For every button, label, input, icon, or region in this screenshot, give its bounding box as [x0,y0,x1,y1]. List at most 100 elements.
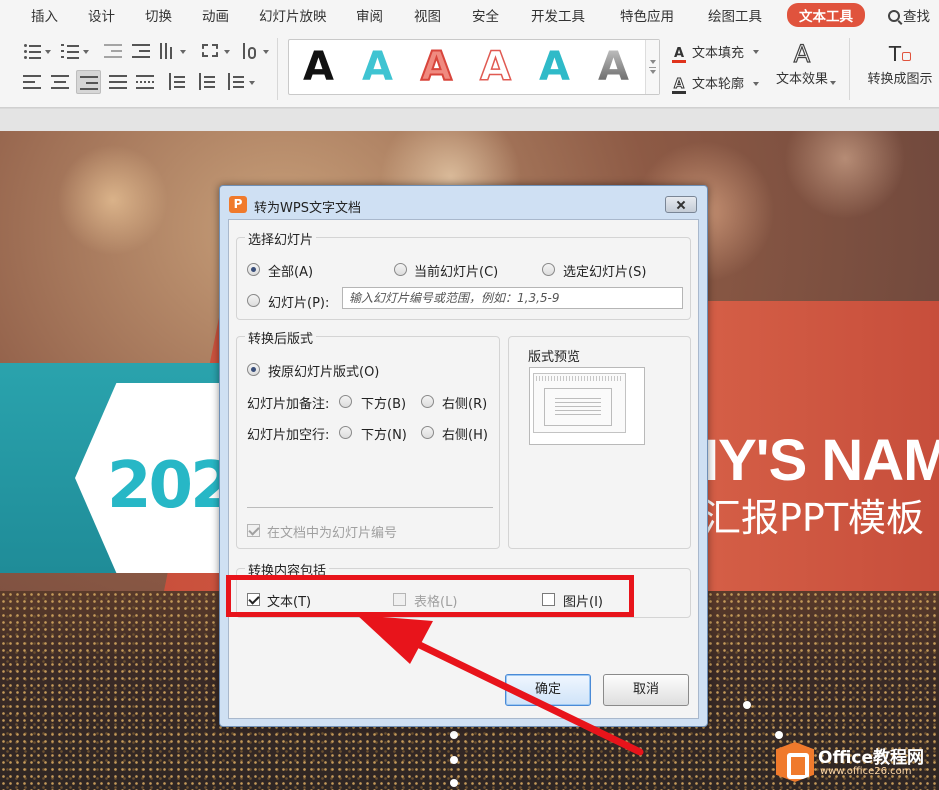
wordart-style-red-outline[interactable]: A [420,43,453,91]
radio-selected-label[interactable]: 选定幻灯片(S) [563,261,646,280]
watermark-url: www.office26.com [820,766,912,777]
spacing-options-icon[interactable] [225,72,247,92]
wordart-style-teal[interactable]: A [539,44,570,90]
menu-drawing-tools[interactable]: 绘图工具 [708,5,762,25]
convert-diagram-icon: T [858,40,939,68]
wps-presentation-icon: P [229,196,247,213]
dialog-body: 选择幻灯片 全部(A) 当前幻灯片(C) 选定幻灯片(S) 幻灯片(P): 转换… [228,219,699,719]
menu-features[interactable]: 特色应用 [620,5,674,25]
gallery-more-button[interactable] [645,40,659,94]
menu-slideshow[interactable]: 幻灯片放映 [259,5,327,25]
menu-bar: 插入 设计 切换 动画 幻灯片放映 审阅 视图 安全 开发工具 特色应用 绘图工… [0,0,939,30]
dialog-title-bar[interactable]: P 转为WPS文字文档 [224,190,703,218]
radio-notes-below-label[interactable]: 下方(B) [361,393,406,412]
radio-blank-below-label[interactable]: 下方(N) [361,424,407,443]
radio-notes-right-label[interactable]: 右侧(R) [442,393,487,412]
menu-transition[interactable]: 切换 [145,5,172,25]
text-direction-icon[interactable] [240,41,262,61]
selection-handle[interactable] [775,731,783,739]
cancel-button[interactable]: 取消 [603,674,689,706]
text-outline-icon: A [672,77,686,94]
selection-handle[interactable] [450,779,458,787]
distribute-icon[interactable] [135,72,157,92]
office-watermark: Office教程网 www.office26.com [776,740,936,784]
selection-handle[interactable] [743,701,751,709]
menu-animation[interactable]: 动画 [202,5,229,25]
search-label: 查找 [903,9,930,25]
text-fill-icon: A [672,46,686,63]
radio-all[interactable] [247,263,260,276]
radio-selected[interactable] [542,263,555,276]
menu-design[interactable]: 设计 [88,5,115,25]
decrease-indent-icon[interactable] [103,41,125,61]
radio-notes-below[interactable] [339,395,352,408]
layout-legend: 转换后版式 [245,328,317,347]
radio-blank-right[interactable] [421,426,434,439]
slide-range-input[interactable] [342,287,683,309]
text-outline-label: 文本轮廓 [692,77,745,92]
radio-blank-below[interactable] [339,426,352,439]
selection-handle[interactable] [450,731,458,739]
search-button[interactable]: 查找 [888,5,930,25]
text-effect-icon: A [793,39,811,68]
notes-label: 幻灯片加备注: [247,397,330,412]
selection-handle[interactable] [450,756,458,764]
menu-review[interactable]: 审阅 [356,5,383,25]
radio-current-label[interactable]: 当前幻灯片(C) [414,261,498,280]
ribbon-toolbar: A A A A A A A 文本填充 A 文本轮廓 A 文本效果 T 转换成图示 [0,30,939,108]
menu-insert[interactable]: 插入 [31,5,58,25]
align-left-icon[interactable] [22,72,44,92]
align-center-icon[interactable] [50,72,72,92]
layout-preview-image [529,367,645,445]
paragraph-spacing-icon[interactable] [196,72,218,92]
bullet-list-icon[interactable] [22,41,44,61]
text-box-align-icon[interactable] [200,41,222,61]
highlight-box [226,575,634,617]
ok-button[interactable]: 确定 [505,674,591,706]
columns-icon[interactable] [158,41,180,61]
radio-slides[interactable] [247,294,260,307]
number-slides-label[interactable]: 在文档中为幻灯片编号 [267,522,397,541]
wordart-style-gray-gradient[interactable]: A [598,44,629,90]
wordart-gallery: A A A A A A [288,39,660,95]
wordart-style-black[interactable]: A [303,44,334,90]
dialog-title: 转为WPS文字文档 [254,201,361,216]
text-fill-label: 文本填充 [692,46,745,61]
convert-diagram-label: 转换成图示 [867,72,933,87]
radio-slides-label[interactable]: 幻灯片(P): [268,292,329,311]
watermark-brand: Office教程网 [818,748,925,768]
text-fill-button[interactable]: A 文本填充 [672,42,744,63]
radio-blank-right-label[interactable]: 右侧(H) [442,424,488,443]
numbered-list-icon[interactable] [60,41,82,61]
line-spacing-icon[interactable] [166,72,188,92]
text-effect-label: 文本效果 [775,72,828,87]
radio-current[interactable] [394,263,407,276]
blank-lines-label: 幻灯片加空行: [247,428,330,443]
radio-all-label[interactable]: 全部(A) [268,261,313,280]
number-slides-checkbox[interactable] [247,524,260,537]
radio-original-layout[interactable] [247,363,260,376]
increase-indent-icon[interactable] [131,41,153,61]
wordart-style-red-hollow[interactable]: A [479,43,511,91]
radio-original-layout-label[interactable]: 按原幻灯片版式(O) [268,361,379,380]
wordart-style-cyan[interactable]: A [362,44,393,90]
menu-security[interactable]: 安全 [472,5,499,25]
menu-view[interactable]: 视图 [414,5,441,25]
align-right-icon[interactable] [76,70,101,94]
slide-name-title[interactable]: IY'S NAME [703,427,939,494]
canvas-margin [0,109,939,131]
justify-icon[interactable] [108,72,130,92]
slide-year-text[interactable]: 202 [107,449,235,523]
layout-preview-group: 版式预览 [508,336,691,549]
slide-subtitle[interactable]: 汇报PPT模板 [703,487,924,542]
convert-to-diagram-button[interactable]: T 转换成图示 [858,40,939,87]
close-button[interactable] [665,196,697,213]
menu-developer[interactable]: 开发工具 [531,5,585,25]
search-icon [888,10,900,22]
office-logo-icon [776,742,814,782]
text-effect-button[interactable]: A 文本效果 [772,39,832,87]
radio-notes-right[interactable] [421,395,434,408]
menu-text-tools[interactable]: 文本工具 [787,3,865,27]
text-outline-button[interactable]: A 文本轮廓 [672,73,744,94]
convert-dialog: P 转为WPS文字文档 选择幻灯片 全部(A) 当前幻灯片(C) 选定幻灯片(S… [219,185,708,727]
